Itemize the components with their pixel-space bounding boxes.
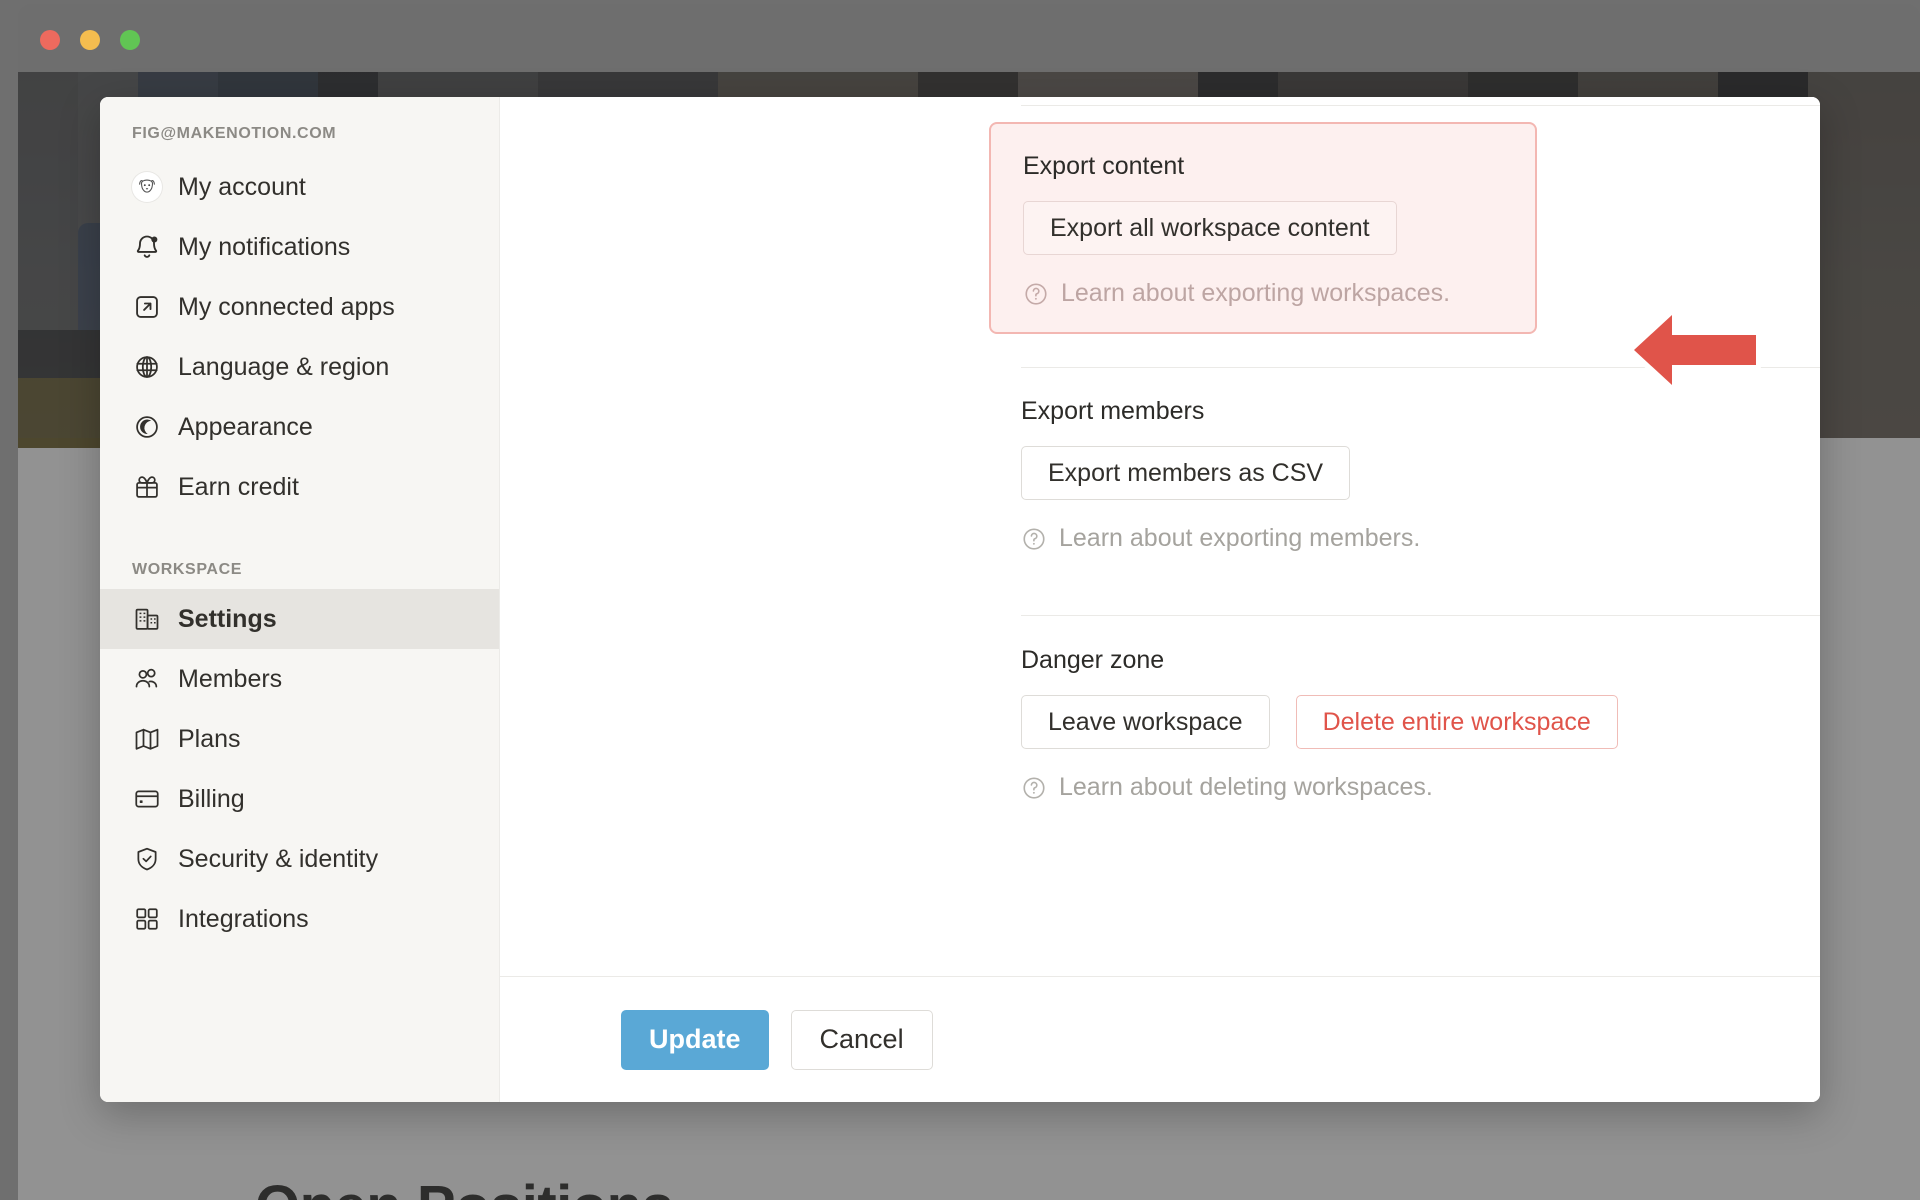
sidebar-item-label: Settings: [178, 605, 277, 634]
danger-zone-title: Danger zone: [1021, 646, 1820, 675]
settings-modal: FIG@MAKENOTION.COM My account: [100, 97, 1820, 1102]
globe-icon: [132, 352, 162, 382]
desktop: Open Positions Engineering FIG@MAKENOTIO…: [0, 0, 1920, 1200]
moon-icon: [132, 412, 162, 442]
credit-card-icon: [132, 784, 162, 814]
export-content-help-text: Learn about exporting workspaces.: [1061, 279, 1450, 308]
divider-danger-zone: [1021, 615, 1820, 616]
export-content-help-link[interactable]: Learn about exporting workspaces.: [1023, 279, 1503, 308]
map-icon: [132, 724, 162, 754]
external-link-icon: [132, 292, 162, 322]
sidebar-item-plans[interactable]: Plans: [100, 709, 499, 769]
shield-check-icon: [132, 844, 162, 874]
sidebar-item-billing[interactable]: Billing: [100, 769, 499, 829]
export-all-workspace-content-button[interactable]: Export all workspace content: [1023, 201, 1397, 255]
danger-zone-help-text: Learn about deleting workspaces.: [1059, 773, 1433, 802]
export-content-section: Export content Export all workspace cont…: [989, 122, 1537, 334]
export-members-csv-button[interactable]: Export members as CSV: [1021, 446, 1350, 500]
sidebar-item-integrations[interactable]: Integrations: [100, 889, 499, 949]
export-content-title: Export content: [1023, 152, 1503, 181]
help-circle-icon: [1021, 775, 1047, 801]
sidebar-workspace-label: WORKSPACE: [100, 561, 499, 579]
sidebar-item-label: Members: [178, 665, 282, 694]
avatar-icon: [132, 172, 162, 202]
sidebar-item-label: Integrations: [178, 905, 309, 934]
sidebar-item-label: My account: [178, 173, 306, 202]
delete-entire-workspace-button[interactable]: Delete entire workspace: [1296, 695, 1618, 749]
sidebar-item-label: Earn credit: [178, 473, 299, 502]
gift-icon: [132, 472, 162, 502]
minimize-window-button[interactable]: [80, 30, 100, 50]
sidebar-item-my-notifications[interactable]: My notifications: [100, 217, 499, 277]
export-members-title: Export members: [1021, 397, 1820, 426]
sidebar-item-label: My notifications: [178, 233, 350, 262]
settings-sidebar: FIG@MAKENOTION.COM My account: [100, 97, 500, 1102]
sidebar-account-label: FIG@MAKENOTION.COM: [100, 125, 499, 143]
bell-icon: [132, 232, 162, 262]
leave-workspace-button[interactable]: Leave workspace: [1021, 695, 1270, 749]
people-icon: [132, 664, 162, 694]
sidebar-item-earn-credit[interactable]: Earn credit: [100, 457, 499, 517]
help-circle-icon: [1023, 281, 1049, 307]
export-members-help-text: Learn about exporting members.: [1059, 524, 1420, 553]
danger-zone-help-link[interactable]: Learn about deleting workspaces.: [1021, 773, 1820, 802]
update-button[interactable]: Update: [621, 1010, 769, 1070]
sidebar-item-settings[interactable]: Settings: [100, 589, 499, 649]
sidebar-item-my-account[interactable]: My account: [100, 157, 499, 217]
sidebar-item-label: Language & region: [178, 353, 389, 382]
cancel-button[interactable]: Cancel: [791, 1010, 933, 1070]
traffic-lights: [40, 30, 140, 50]
sidebar-item-label: Billing: [178, 785, 245, 814]
settings-content-scroll: Export content Export all workspace cont…: [500, 97, 1820, 976]
grid-icon: [132, 904, 162, 934]
divider-top: [1021, 105, 1820, 106]
close-window-button[interactable]: [40, 30, 60, 50]
sidebar-item-appearance[interactable]: Appearance: [100, 397, 499, 457]
sidebar-item-members[interactable]: Members: [100, 649, 499, 709]
export-members-help-link[interactable]: Learn about exporting members.: [1021, 524, 1820, 553]
sidebar-item-label: Plans: [178, 725, 241, 754]
danger-zone-buttons: Leave workspace Delete entire workspace: [1021, 695, 1820, 749]
maximize-window-button[interactable]: [120, 30, 140, 50]
danger-zone-section: Danger zone Leave workspace Delete entir…: [1021, 646, 1820, 802]
sidebar-item-label: My connected apps: [178, 293, 395, 322]
settings-main-panel: Export content Export all workspace cont…: [500, 97, 1820, 1102]
export-members-section: Export members Export members as CSV Lea…: [1021, 397, 1820, 553]
sidebar-item-language-region[interactable]: Language & region: [100, 337, 499, 397]
sidebar-item-my-connected-apps[interactable]: My connected apps: [100, 277, 499, 337]
sidebar-item-security-identity[interactable]: Security & identity: [100, 829, 499, 889]
sidebar-item-label: Security & identity: [178, 845, 378, 874]
divider-export-members: [1021, 367, 1820, 368]
sidebar-item-label: Appearance: [178, 413, 313, 442]
modal-footer: Update Cancel: [500, 976, 1820, 1102]
window-titlebar: [18, 4, 1920, 72]
left-arrow-annotation-icon: [1624, 309, 1764, 391]
building-icon: [132, 604, 162, 634]
help-circle-icon: [1021, 526, 1047, 552]
